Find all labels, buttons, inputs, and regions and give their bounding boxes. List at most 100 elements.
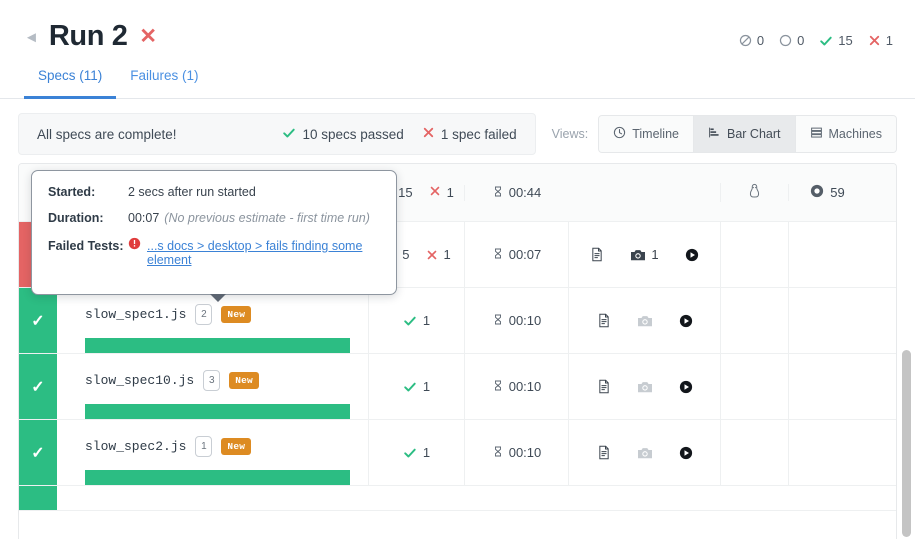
row-spec-cell [57,486,896,510]
bar-segment-pass [85,338,350,353]
view-button-machines-label: Machines [829,127,883,141]
log-button[interactable] [597,379,611,394]
row-duration-value: 00:10 [509,379,542,394]
log-button[interactable] [597,313,611,328]
row-status-stripe: ✓ [19,420,57,485]
header-duration-value: 00:44 [509,185,542,200]
back-arrow-icon[interactable]: ◄ [24,30,39,45]
log-button[interactable] [597,445,611,460]
row-bar-chart [85,404,350,419]
spec-file-name[interactable]: slow_spec1.js [85,307,186,322]
machine-badge: 3 [203,370,220,391]
row-end-spacer [866,420,896,485]
skipped-icon [739,34,752,47]
status-message: All specs are complete! [37,127,177,142]
run-failed-icon: ✕ [139,24,157,49]
passed-icon [282,126,296,143]
screenshots-button-disabled [637,314,653,328]
header-browser-version: 59 [830,185,844,200]
tooltip-duration-note: (No previous estimate - first time run) [164,211,370,225]
tooltip-started-row: Started: 2 secs after run started [48,185,380,199]
row-duration-value: 00:10 [509,313,542,328]
row-duration: 00:10 [464,420,568,485]
view-button-timeline[interactable]: Timeline [599,116,694,152]
view-button-machines[interactable]: Machines [796,116,897,152]
passed-icon: ✓ [31,443,44,463]
failed-icon [429,185,441,200]
hourglass-icon [492,185,504,201]
spec-file-name[interactable]: slow_spec2.js [85,439,186,454]
header-browser: 59 [788,184,866,201]
view-button-barchart[interactable]: Bar Chart [694,116,796,152]
video-play-button[interactable] [679,446,693,460]
counter-pending-value: 0 [797,33,804,48]
row-status-stripe: ✓ [19,354,57,419]
row-browser [788,288,866,353]
status-bar: All specs are complete! 10 specs passed … [18,113,897,155]
tab-specs[interactable]: Specs (11) [24,68,116,98]
bar-segment-pass [85,404,350,419]
row-artifacts [568,420,720,485]
page-scrollbar[interactable] [902,90,911,539]
row-bar-chart [85,338,350,353]
row-spec-title: slow_spec2.js 1 New [85,436,350,457]
status-passed: 10 specs passed [282,126,403,143]
row-artifacts [568,354,720,419]
machine-badge: 1 [195,436,212,457]
counter-skipped: 0 [739,33,764,48]
video-play-button[interactable] [685,248,699,262]
servers-icon [810,126,823,142]
hourglass-icon [492,247,504,263]
counter-failed: 1 [868,33,893,48]
scrollbar-thumb[interactable] [902,350,911,537]
passed-icon [819,34,833,48]
table-row[interactable]: ✓ slow_spec1.js 2 New 1 00:10 [19,288,896,354]
video-play-button[interactable] [679,314,693,328]
status-stats: 10 specs passed 1 spec failed [282,126,516,143]
view-button-group: Timeline Bar Chart Machines [598,115,897,153]
row-results: 1 [368,420,464,485]
row-passed-value: 1 [423,445,430,460]
counter-pending: 0 [779,33,804,48]
header-os [720,183,788,202]
hourglass-icon [492,313,504,329]
page-header: ◄ Run 2 ✕ 0 0 15 [0,0,915,99]
run-detail-page: ◄ Run 2 ✕ 0 0 15 [0,0,915,539]
header-duration: 00:44 [464,185,568,201]
screenshots-count: 1 [651,247,658,262]
header-failed: 1 [429,185,454,200]
row-passed: 1 [403,313,430,328]
tab-failures[interactable]: Failures (1) [116,68,212,98]
linux-icon [747,183,762,202]
row-artifacts [568,288,720,353]
barchart-icon [708,126,721,142]
video-play-button[interactable] [679,380,693,394]
log-button[interactable] [590,247,604,262]
run-counters: 0 0 15 1 [739,33,893,48]
header-passed-value: 15 [398,185,412,200]
table-row[interactable]: ✓ slow_spec2.js 1 New 1 00:10 [19,420,896,486]
page-title: Run 2 [49,20,128,53]
row-spec-cell: slow_spec10.js 3 New [57,354,368,419]
pending-icon [779,34,792,47]
tooltip-failed-label: Failed Tests: [48,239,128,253]
tooltip-failed-row: Failed Tests: ...s docs > desktop > fail… [48,237,380,267]
row-os [720,354,788,419]
machine-badge: 2 [195,304,212,325]
counter-skipped-value: 0 [757,33,764,48]
new-badge: New [221,438,251,455]
chrome-icon [810,184,824,201]
row-spec-title: slow_spec10.js 3 New [85,370,350,391]
row-browser [788,222,866,287]
tab-bar: Specs (11) Failures (1) [0,68,915,99]
table-row[interactable] [19,486,896,511]
screenshots-button[interactable]: 1 [630,247,658,262]
row-failed: 1 [426,247,451,262]
spec-file-name[interactable]: slow_spec10.js [85,373,194,388]
views-switcher: Views: Timeline Bar Chart [552,115,897,153]
row-passed: 1 [403,379,430,394]
table-row[interactable]: ✓ slow_spec10.js 3 New 1 00:10 [19,354,896,420]
tooltip-arrow [210,294,226,302]
tooltip-failed-test-link[interactable]: ...s docs > desktop > fails finding some… [147,239,380,267]
error-icon [128,237,141,253]
